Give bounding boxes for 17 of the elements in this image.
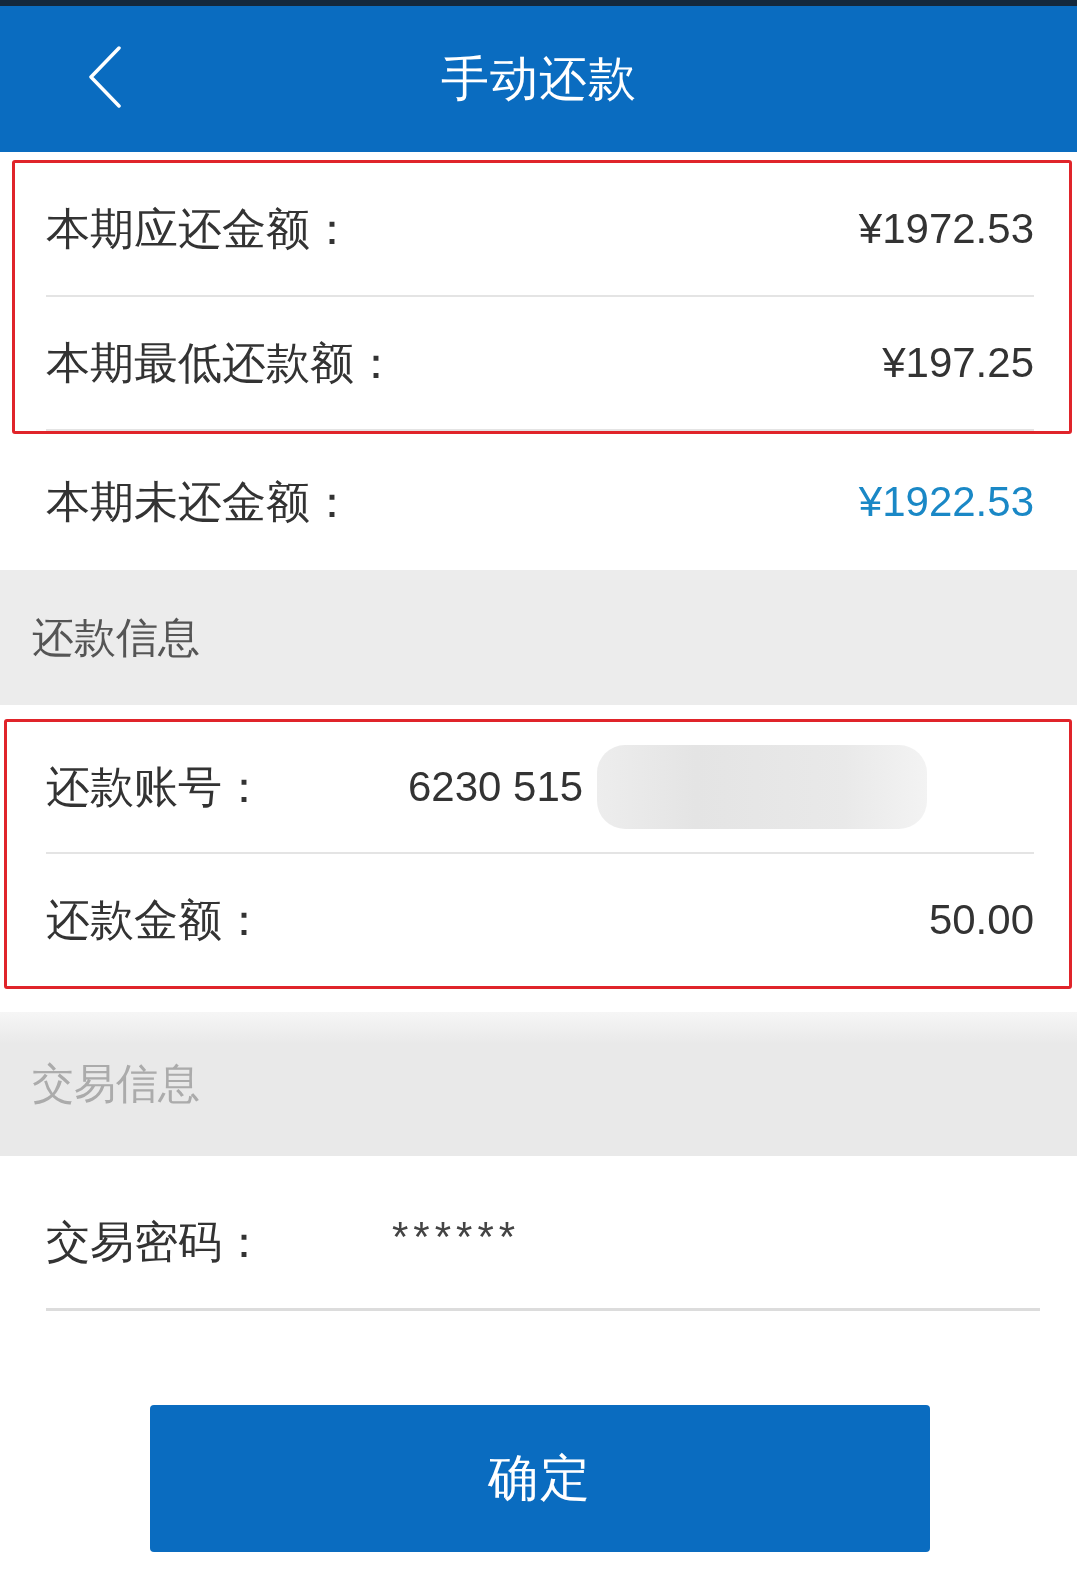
section-title: 交易信息 — [32, 1059, 200, 1109]
field-label: 本期最低还款额： — [46, 336, 398, 389]
field-label: 还款账号： — [46, 760, 266, 813]
confirm-button[interactable]: 确定 — [150, 1405, 930, 1552]
field-label: 本期应还金额： — [46, 202, 354, 255]
field-label: 还款金额： — [46, 893, 266, 946]
field-label: 交易密码： — [46, 1215, 266, 1268]
page-title: 手动还款 — [440, 51, 637, 107]
section-title: 还款信息 — [32, 612, 200, 663]
password-field[interactable]: ****** — [392, 1213, 521, 1261]
amount-value: ¥197.25 — [882, 339, 1034, 387]
amount-value: 50.00 — [928, 896, 1034, 944]
back-icon[interactable] — [88, 46, 122, 108]
amount-value: ¥1922.53 — [858, 478, 1034, 526]
field-label: 本期未还金额： — [46, 475, 354, 528]
account-number: 6230 515 — [408, 763, 584, 811]
amount-value: ¥1972.53 — [858, 205, 1034, 253]
